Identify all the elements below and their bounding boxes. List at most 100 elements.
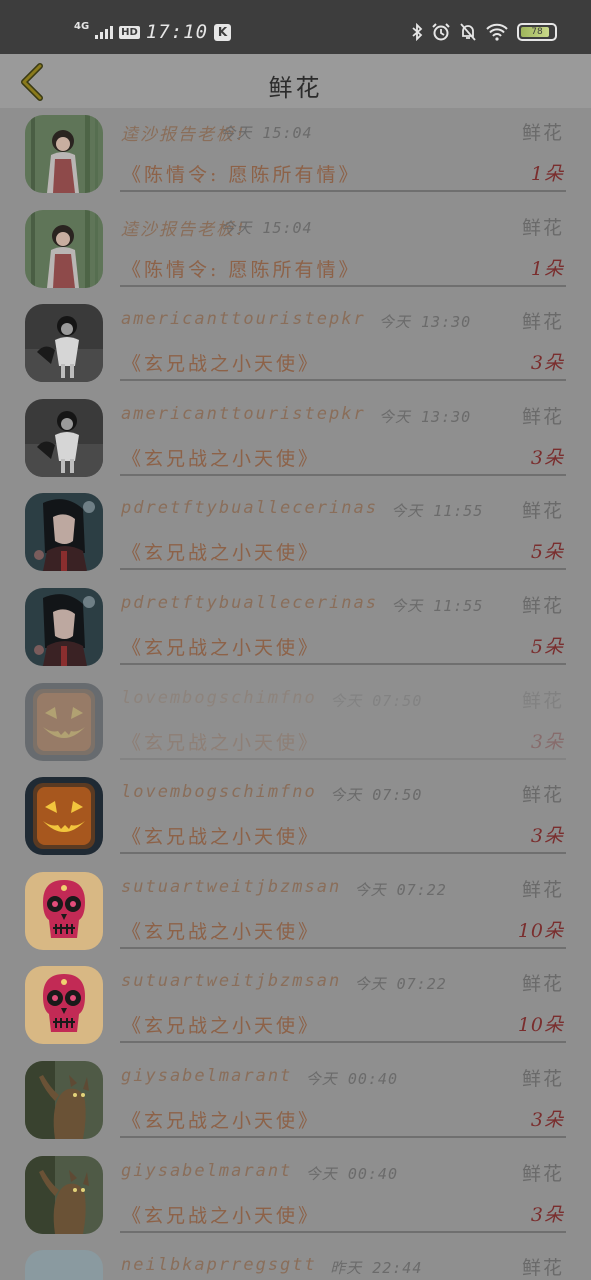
sender-name: sutuartweitjbzmsan <box>121 876 342 897</box>
avatar[interactable] <box>25 398 103 477</box>
work-title[interactable]: 《玄兄战之小天使》 <box>122 444 320 471</box>
work-title[interactable]: 《玄兄战之小天使》 <box>122 917 320 944</box>
avatar[interactable] <box>25 209 103 288</box>
list-item[interactable]: sutuartweitjbzmsan 今天 07:22 鲜花《玄兄战之小天使》 10朵 <box>0 865 591 960</box>
flower-count: 1朵 <box>530 163 564 185</box>
work-title[interactable]: 《玄兄战之小天使》 <box>122 1106 320 1133</box>
status-bar: 4G HD 17:10 K 78 <box>0 0 591 54</box>
work-title[interactable]: 《玄兄战之小天使》 <box>122 1201 320 1228</box>
send-time: 今天 07:22 <box>354 880 447 899</box>
avatar[interactable] <box>25 682 103 761</box>
sender-name: americanttouristepkr <box>121 403 366 424</box>
work-title[interactable]: 《玄兄战之小天使》 <box>122 349 320 376</box>
send-time: 今天 11:55 <box>391 502 484 521</box>
divider <box>120 946 566 949</box>
work-title[interactable]: 《陈情令: 愿陈所有情》 <box>122 160 360 187</box>
avatar[interactable] <box>25 115 103 193</box>
avatar[interactable] <box>25 587 103 666</box>
send-time: 今天 00:40 <box>305 1069 398 1088</box>
list-item[interactable]: pdretftybuallecerinas 今天 11:55 鲜花 《玄兄战之小天使》… <box>0 581 591 676</box>
gift-type: 鲜花 <box>521 878 564 901</box>
flower-count: 10朵 <box>517 919 564 942</box>
list-item[interactable]: giysabelmarant 今天 00:40 鲜花《玄兄战之小天使》 3朵 <box>0 1054 591 1149</box>
status-time: 17:10 <box>145 21 209 43</box>
flower-count: 1朵 <box>530 257 564 280</box>
divider <box>120 473 566 476</box>
avatar[interactable] <box>25 1155 103 1234</box>
send-time: 今天 07:22 <box>354 975 447 994</box>
gift-type: 鲜花 <box>521 1162 564 1185</box>
list-item[interactable]: lovembogschimfno 今天 07:50 鲜花《玄兄战之小天使》 3朵 <box>0 676 591 771</box>
status-right: 78 <box>411 20 557 44</box>
gift-type: 鲜花 <box>521 689 564 712</box>
alarm-icon <box>432 23 450 41</box>
avatar[interactable] <box>25 1250 103 1280</box>
gift-type: 鲜花 <box>521 1257 564 1280</box>
page-title: 鲜花 <box>268 74 323 102</box>
flower-record-list: 逵沙报告老板! 今天 15:04 鲜花 《陈情令: 愿陈所有情》 1朵 逵沙报告老板! 今天… <box>0 108 591 1280</box>
divider <box>120 662 566 665</box>
sender-name: lovembogschimfno <box>121 687 317 708</box>
work-title[interactable]: 《玄兄战之小天使》 <box>122 728 320 755</box>
avatar[interactable] <box>25 304 103 383</box>
work-title[interactable]: 《玄兄战之小天使》 <box>122 822 320 849</box>
gift-type: 鲜花 <box>521 500 564 523</box>
battery-level: 78 <box>531 27 543 37</box>
divider <box>120 284 566 287</box>
gift-type: 鲜花 <box>521 784 564 807</box>
list-item[interactable]: americanttouristepkr 今天 13:30 鲜花 《玄兄战之小天使》 3… <box>0 297 591 392</box>
send-time: 今天 07:50 <box>330 786 423 805</box>
work-title[interactable]: 《陈情令: 愿陈所有情》 <box>122 255 360 282</box>
flower-count: 5朵 <box>530 635 564 658</box>
send-time: 今天 15:04 <box>220 124 313 142</box>
gift-type: 鲜花 <box>521 311 564 334</box>
work-title[interactable]: 《玄兄战之小天使》 <box>122 633 320 660</box>
gift-type: 鲜花 <box>521 216 564 239</box>
divider <box>120 852 566 855</box>
status-left: 4G HD 17:10 K <box>74 18 232 46</box>
avatar[interactable] <box>25 1060 103 1139</box>
send-time: 今天 11:55 <box>391 596 484 615</box>
send-time: 今天 13:30 <box>379 407 472 426</box>
list-item[interactable]: giysabelmarant 今天 00:40 鲜花《玄兄战之小天使》 3朵 <box>0 1149 591 1244</box>
list-item[interactable]: 逵沙报告老板! 今天 15:04 鲜花 《陈情令: 愿陈所有情》 1朵 <box>0 108 591 203</box>
list-item[interactable]: americanttouristepkr 今天 13:30 鲜花 《玄兄战之小天使》 3… <box>0 392 591 487</box>
avatar[interactable] <box>25 871 103 950</box>
send-time: 今天 00:40 <box>305 1164 398 1183</box>
flower-count: 3朵 <box>530 1108 564 1131</box>
sender-name: neilbkaprregsgtt <box>121 1255 317 1276</box>
send-time: 今天 13:30 <box>379 313 472 332</box>
list-item[interactable]: sutuartweitjbzmsan 今天 07:22 鲜花 《玄兄战之小天使》 10朵 <box>0 959 591 1054</box>
battery-icon: 78 <box>517 23 557 41</box>
flower-count: 3朵 <box>530 730 564 753</box>
send-time: 今天 07:50 <box>330 691 423 710</box>
gift-type: 鲜花 <box>521 122 564 144</box>
sender-name: pdretftybuallecerinas <box>121 498 378 519</box>
flower-count: 5朵 <box>530 541 564 564</box>
avatar[interactable] <box>25 493 103 572</box>
sender-name: giysabelmarant <box>121 1065 293 1086</box>
flower-count: 10朵 <box>517 1014 564 1037</box>
list-item[interactable]: pdretftybuallecerinas 今天 11:55 鲜花《玄兄战之小天使》… <box>0 486 591 581</box>
send-time: 今天 15:04 <box>220 218 313 237</box>
sender-name: pdretftybuallecerinas <box>121 592 378 613</box>
list-item[interactable]: neilbkaprregsgtt 昨天 22:44 鲜花 <box>0 1243 591 1280</box>
gift-type: 鲜花 <box>521 973 564 996</box>
signal-icon <box>95 25 114 39</box>
list-item[interactable]: 逵沙报告老板! 今天 15:04 鲜花 《陈情令: 愿陈所有情》 1朵 <box>0 203 591 298</box>
flower-count: 3朵 <box>530 352 564 375</box>
send-time: 昨天 22:44 <box>330 1259 423 1278</box>
flower-count: 3朵 <box>530 1203 564 1226</box>
gift-type: 鲜花 <box>521 1067 564 1090</box>
divider <box>120 190 566 192</box>
flower-count: 3朵 <box>530 825 564 848</box>
work-title[interactable]: 《玄兄战之小天使》 <box>122 538 320 565</box>
avatar[interactable] <box>25 966 103 1045</box>
work-title[interactable]: 《玄兄战之小天使》 <box>122 1011 320 1038</box>
app-notification-icon: K <box>214 23 232 41</box>
divider <box>120 1041 566 1044</box>
gift-type: 鲜花 <box>521 405 564 428</box>
avatar[interactable] <box>25 777 103 856</box>
sender-name: giysabelmarant <box>121 1160 293 1181</box>
list-item[interactable]: lovembogschimfno 今天 07:50 鲜花 《玄兄战之小天使》 3朵 <box>0 770 591 865</box>
